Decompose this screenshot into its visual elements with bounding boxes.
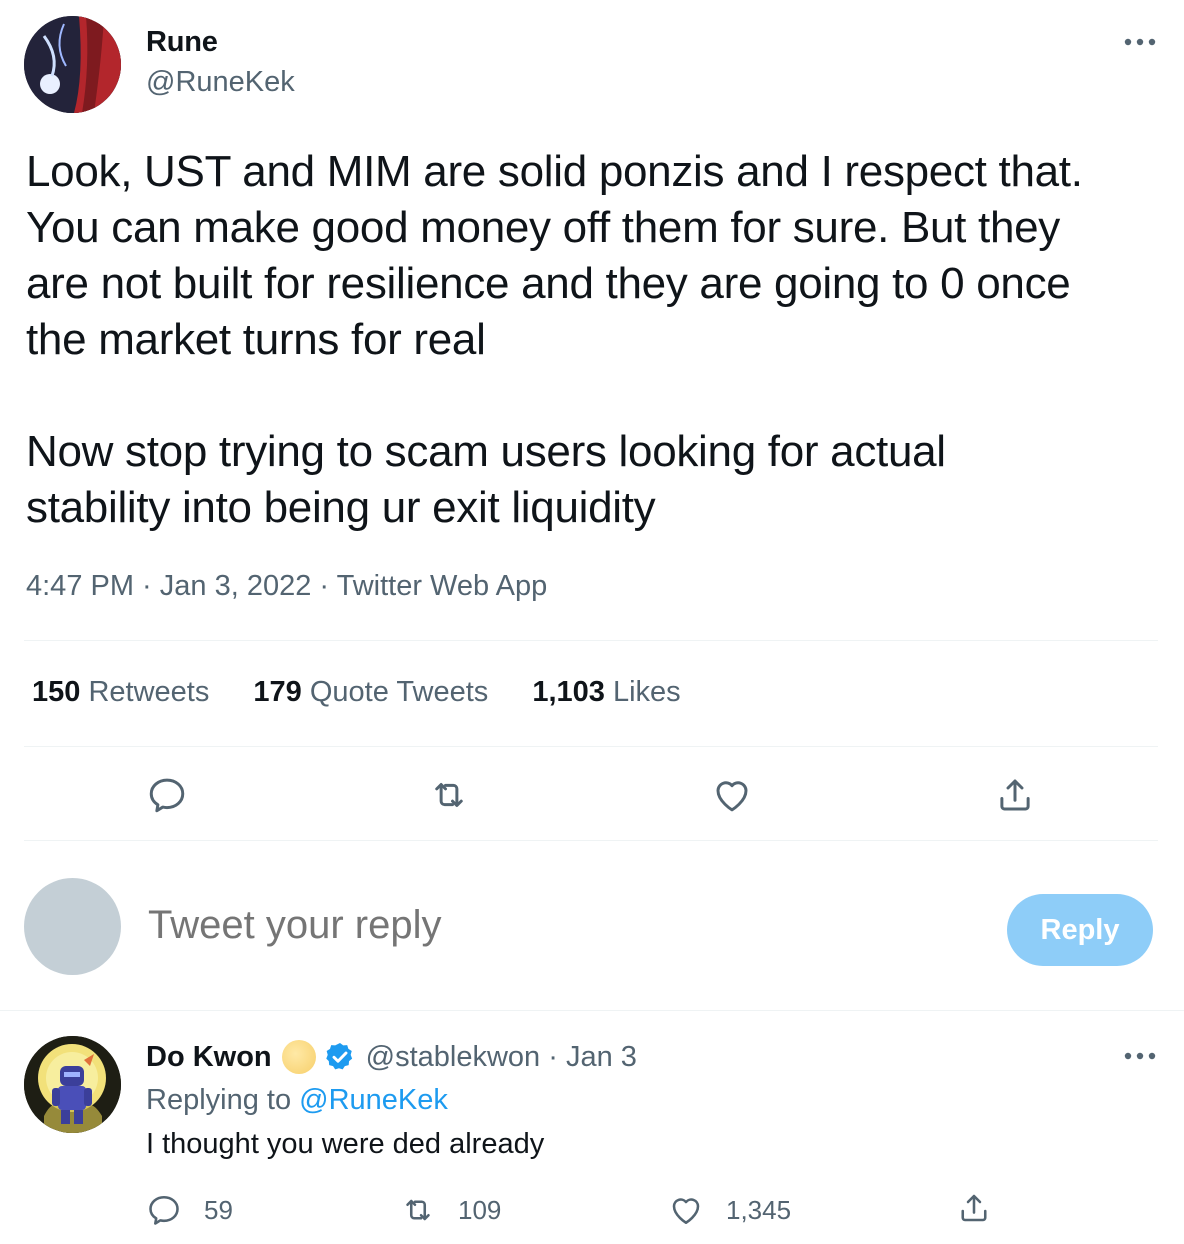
tweet-line: Look, UST and MIM are solid ponzis and I… (26, 147, 1083, 196)
quotes-count: 179 (253, 676, 302, 708)
retweet-icon (435, 783, 463, 807)
tweet-line: Now stop trying to scam users looking fo… (26, 427, 946, 476)
reply-author-name[interactable]: Do Kwon (146, 1041, 272, 1074)
likes-label: Likes (612, 676, 681, 708)
retweet-button[interactable] (425, 771, 473, 819)
tweet-text: Look, UST and MIM are solid ponzis and I… (26, 144, 1166, 536)
quotes-stat[interactable]: 179 Quote Tweets (253, 676, 488, 708)
tweet-timestamp[interactable]: 4:47 PM · Jan 3, 2022 · Twitter Web App (26, 570, 547, 603)
tweet-line: stability into being ur exit liquidity (26, 483, 656, 532)
tweet-line: You can make good money off them for sur… (26, 203, 1060, 252)
likes-stat[interactable]: 1,103 Likes (532, 676, 680, 708)
more-options-icon[interactable] (1122, 28, 1158, 56)
reply-icon (149, 1195, 179, 1225)
likes-count: 1,103 (532, 676, 605, 708)
cookie-emoji-icon (281, 1040, 316, 1074)
reply-reply-button[interactable]: 59 (146, 1192, 233, 1228)
replying-prefix: Replying to (146, 1084, 292, 1116)
reply-header: Do Kwon @stablekwon · Jan 3 (146, 1040, 637, 1074)
reply-like-button[interactable]: 1,345 (668, 1192, 791, 1228)
divider (0, 1010, 1184, 1011)
reply-input[interactable] (148, 903, 948, 948)
verified-badge-icon (325, 1043, 352, 1070)
share-icon (1000, 779, 1030, 811)
reply-count: 59 (204, 1194, 233, 1225)
replying-mention-link[interactable]: @RuneKek (299, 1084, 448, 1116)
reply-share-button[interactable] (956, 1190, 1014, 1226)
replying-to: Replying to @RuneKek (146, 1084, 448, 1117)
divider (24, 840, 1158, 841)
share-icon (961, 1194, 987, 1222)
divider (24, 746, 1158, 747)
quotes-label: Quote Tweets (309, 676, 489, 708)
share-button[interactable] (991, 771, 1039, 819)
like-count: 1,345 (726, 1194, 792, 1225)
reply-submit-button[interactable]: Reply (1007, 894, 1153, 966)
retweets-count: 150 (32, 676, 81, 708)
user-avatar[interactable] (24, 878, 121, 975)
tweet-line: the market turns for real (26, 315, 486, 364)
tweet-stats: 150 Retweets 179 Quote Tweets 1,103 Like… (32, 676, 717, 709)
like-icon (672, 1198, 700, 1225)
more-options-icon[interactable] (1122, 1042, 1158, 1070)
author-avatar[interactable] (24, 16, 121, 113)
reply-author-handle[interactable]: @stablekwon · Jan 3 (366, 1041, 637, 1074)
retweets-label: Retweets (88, 676, 210, 708)
reply-retweet-button[interactable]: 109 (400, 1192, 501, 1228)
retweet-count: 109 (458, 1194, 502, 1225)
like-button[interactable] (708, 771, 756, 819)
author-handle[interactable]: @RuneKek (146, 66, 295, 99)
like-icon (716, 781, 748, 812)
tweet-line: are not built for resilience and they ar… (26, 259, 1071, 308)
author-name[interactable]: Rune (146, 26, 218, 59)
reply-author-avatar[interactable] (24, 1036, 121, 1133)
reply-icon (149, 778, 185, 813)
reply-text: I thought you were ded already (146, 1128, 545, 1160)
divider (24, 640, 1158, 641)
retweet-icon (406, 1199, 430, 1221)
reply-button[interactable] (143, 771, 191, 819)
retweets-stat[interactable]: 150 Retweets (32, 676, 209, 708)
